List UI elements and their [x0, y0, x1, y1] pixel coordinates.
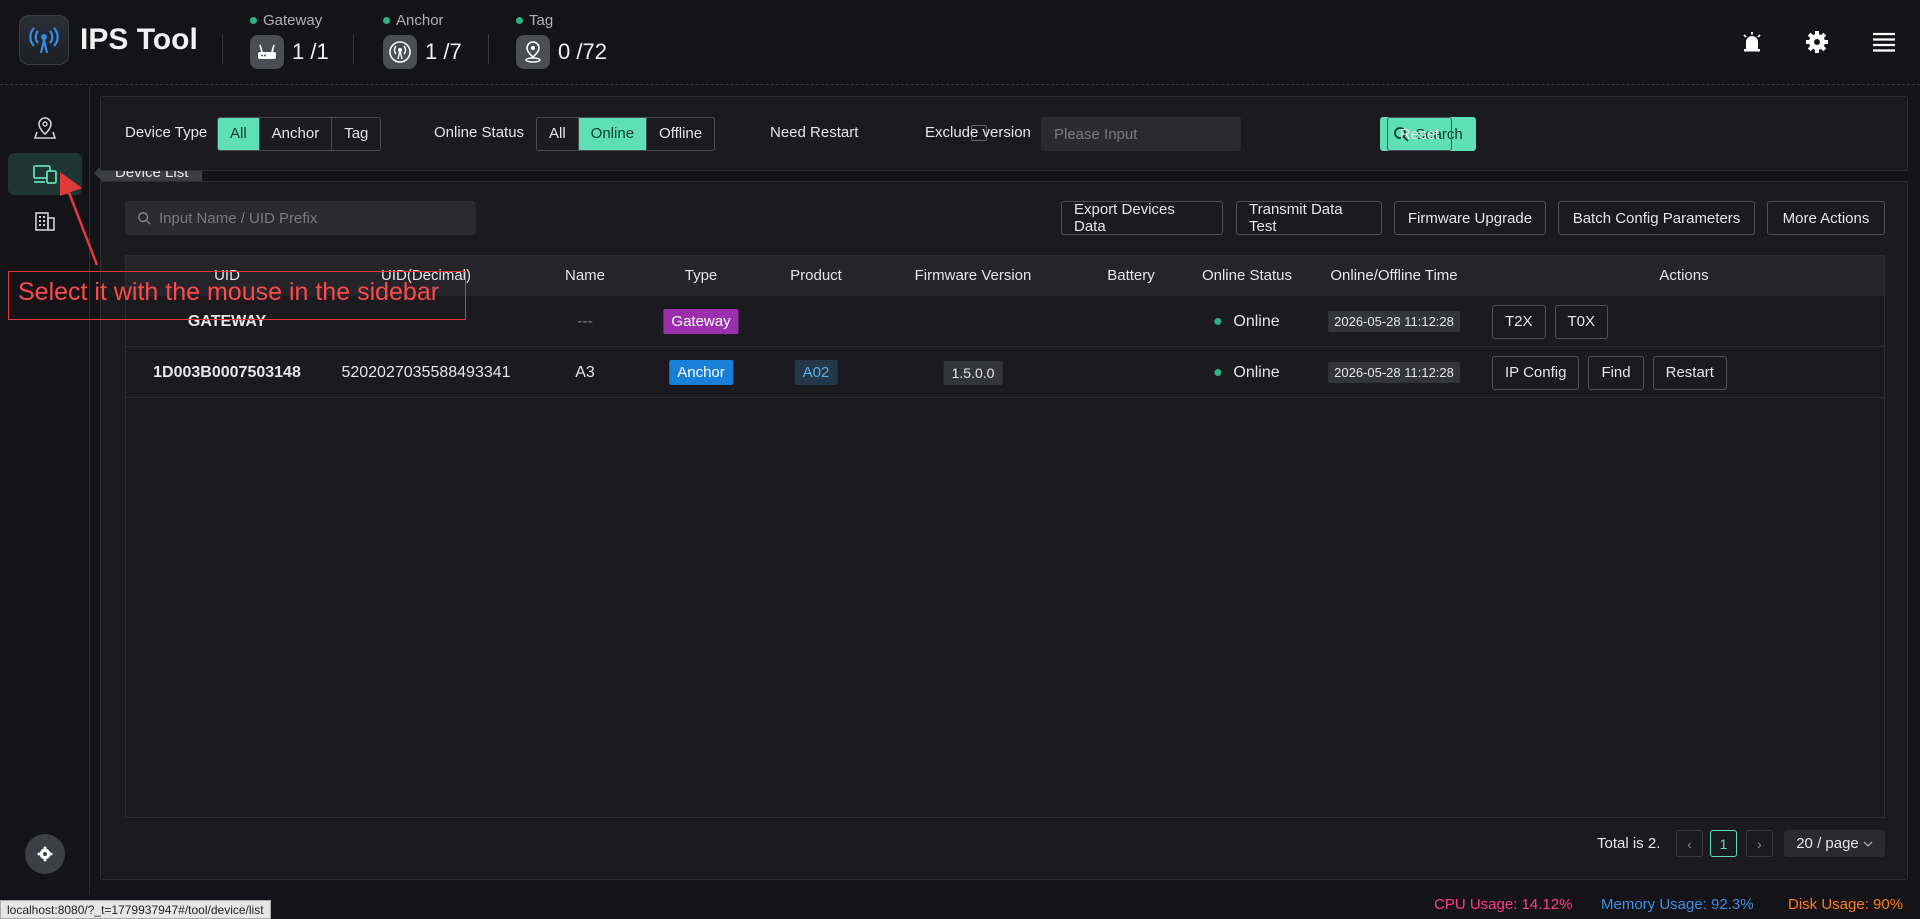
online-status-segmented: All Online Offline	[536, 117, 716, 151]
column-header-battery: Battery	[1107, 267, 1155, 284]
status-dot	[250, 17, 257, 24]
device-type-tag[interactable]: Tag	[332, 118, 380, 150]
t2x-button[interactable]: T2X	[1492, 304, 1546, 339]
type-badge-anchor: Anchor	[669, 360, 733, 385]
product-badge: A02	[794, 360, 838, 385]
firmware-upgrade-button[interactable]: Firmware Upgrade	[1394, 201, 1546, 235]
need-restart-label: Need Restart	[770, 124, 859, 141]
time-chip: 2026-05-28 11:12:28	[1328, 311, 1460, 332]
menu-hamburger-icon[interactable]	[1868, 26, 1900, 58]
location-pin-icon	[516, 35, 550, 69]
cell-name: A3	[575, 363, 595, 381]
anchor-stat: Anchor 1 /7	[383, 12, 462, 69]
online-status-text: Online	[1233, 312, 1280, 330]
cell-firmware: 1.5.0.0	[943, 347, 1003, 398]
next-page-button[interactable]: ›	[1746, 830, 1773, 857]
anchor-stat-label: Anchor	[396, 12, 444, 29]
page-size-value: 20 / page	[1796, 835, 1859, 852]
chevron-down-icon	[1863, 841, 1873, 847]
cell-time: 2026-05-28 11:12:28	[1328, 347, 1460, 398]
tag-stat-value: 0 /72	[558, 39, 607, 64]
cell-actions: T2X T0X	[1492, 296, 1617, 347]
divider	[488, 34, 489, 64]
online-dot	[1214, 369, 1222, 376]
online-status-label: Online Status	[434, 124, 525, 141]
divider	[222, 34, 223, 64]
page-size-select[interactable]: 20 / page	[1784, 830, 1885, 857]
column-header-product: Product	[790, 267, 842, 284]
online-status-online[interactable]: Online	[578, 118, 648, 150]
page-number[interactable]: 1	[1710, 830, 1737, 857]
top-header: IPS Tool Gateway 1 /1 Anchor 1 /7 Tag 0 …	[0, 0, 1920, 85]
gateway-stat-value: 1 /1	[292, 39, 329, 64]
gateway-stat-label: Gateway	[263, 12, 323, 29]
ip-config-button[interactable]: IP Config	[1492, 355, 1580, 390]
cell-online-status: Online	[1214, 347, 1280, 398]
type-badge-gateway: Gateway	[663, 309, 739, 334]
alarm-icon[interactable]	[1736, 26, 1768, 58]
device-search-input[interactable]	[159, 209, 459, 227]
batch-config-button[interactable]: Batch Config Parameters	[1558, 201, 1755, 235]
cell-time: 2026-05-28 11:12:28	[1328, 296, 1460, 347]
cell-name: ---	[577, 312, 593, 330]
cell-actions: IP Config Find Restart	[1492, 347, 1736, 398]
pagination-total: Total is 2.	[1597, 835, 1661, 852]
status-url: localhost:8080/?_t=1779937947#/tool/devi…	[0, 900, 271, 919]
anchor-stat-value: 1 /7	[425, 39, 462, 64]
cell-type: Anchor	[669, 347, 733, 398]
annotation-arrow	[60, 172, 99, 266]
column-header-firmware: Firmware Version	[914, 267, 1032, 284]
restart-button[interactable]: Restart	[1652, 355, 1727, 390]
cell-type: Gateway	[663, 296, 739, 347]
t0x-button[interactable]: T0X	[1554, 304, 1609, 339]
exclude-version-label: Exclude version	[925, 124, 1031, 141]
more-actions-button[interactable]: More Actions	[1767, 201, 1885, 235]
reset-button[interactable]: Reset	[1387, 117, 1452, 151]
cell-uid-decimal: 5202027035588493341	[341, 363, 511, 381]
online-status-text: Online	[1233, 363, 1280, 381]
export-devices-button[interactable]: Export Devices Data	[1061, 201, 1223, 235]
table-row: 1D003B0007503148 5202027035588493341 A3 …	[126, 347, 1884, 398]
column-header-actions: Actions	[1659, 267, 1709, 284]
status-dot	[383, 17, 390, 24]
column-header-time: Online/Offline Time	[1330, 267, 1458, 284]
sidebar-settings-icon[interactable]	[25, 834, 65, 874]
device-type-anchor[interactable]: Anchor	[260, 118, 333, 150]
anchor-icon	[383, 35, 417, 69]
device-type-all[interactable]: All	[218, 118, 260, 150]
router-icon	[250, 35, 284, 69]
prev-page-button[interactable]: ‹	[1676, 830, 1703, 857]
transmit-data-test-button[interactable]: Transmit Data Test	[1236, 201, 1382, 235]
status-dot	[516, 17, 523, 24]
disk-usage: Disk Usage: 90%	[1788, 896, 1904, 913]
column-header-name: Name	[564, 267, 606, 284]
device-type-segmented: All Anchor Tag	[217, 117, 382, 151]
find-button[interactable]: Find	[1588, 355, 1644, 390]
exclude-version-input[interactable]	[1041, 117, 1241, 151]
divider	[353, 34, 354, 64]
cell-online-status: Online	[1214, 296, 1280, 347]
cpu-usage: CPU Usage: 14.12%	[1434, 896, 1573, 913]
memory-usage: Memory Usage: 92.3%	[1601, 896, 1754, 913]
device-table: UID UID(Decimal) Name Type Product Firmw…	[125, 255, 1885, 818]
settings-gear-icon[interactable]	[1801, 26, 1833, 58]
firmware-badge: 1.5.0.0	[943, 360, 1003, 385]
column-header-online-status: Online Status	[1201, 267, 1293, 284]
online-dot	[1214, 318, 1222, 325]
gateway-stat: Gateway 1 /1	[250, 12, 329, 69]
cell-uid: 1D003B0007503148	[153, 363, 301, 381]
app-root: IPS Tool Gateway 1 /1 Anchor 1 /7 Tag 0 …	[0, 0, 1920, 919]
time-chip: 2026-05-28 11:12:28	[1328, 362, 1460, 383]
online-status-all[interactable]: All	[537, 118, 579, 150]
filter-panel: Device Type All Anchor Tag Online Status…	[100, 96, 1908, 171]
cell-product: A02	[794, 347, 838, 398]
column-header-type: Type	[684, 267, 718, 284]
tag-stat: Tag 0 /72	[516, 12, 607, 69]
annotation-text: Select it with the mouse in the sidebar	[18, 278, 440, 306]
tag-stat-label: Tag	[529, 12, 554, 29]
online-status-offline[interactable]: Offline	[647, 118, 714, 150]
